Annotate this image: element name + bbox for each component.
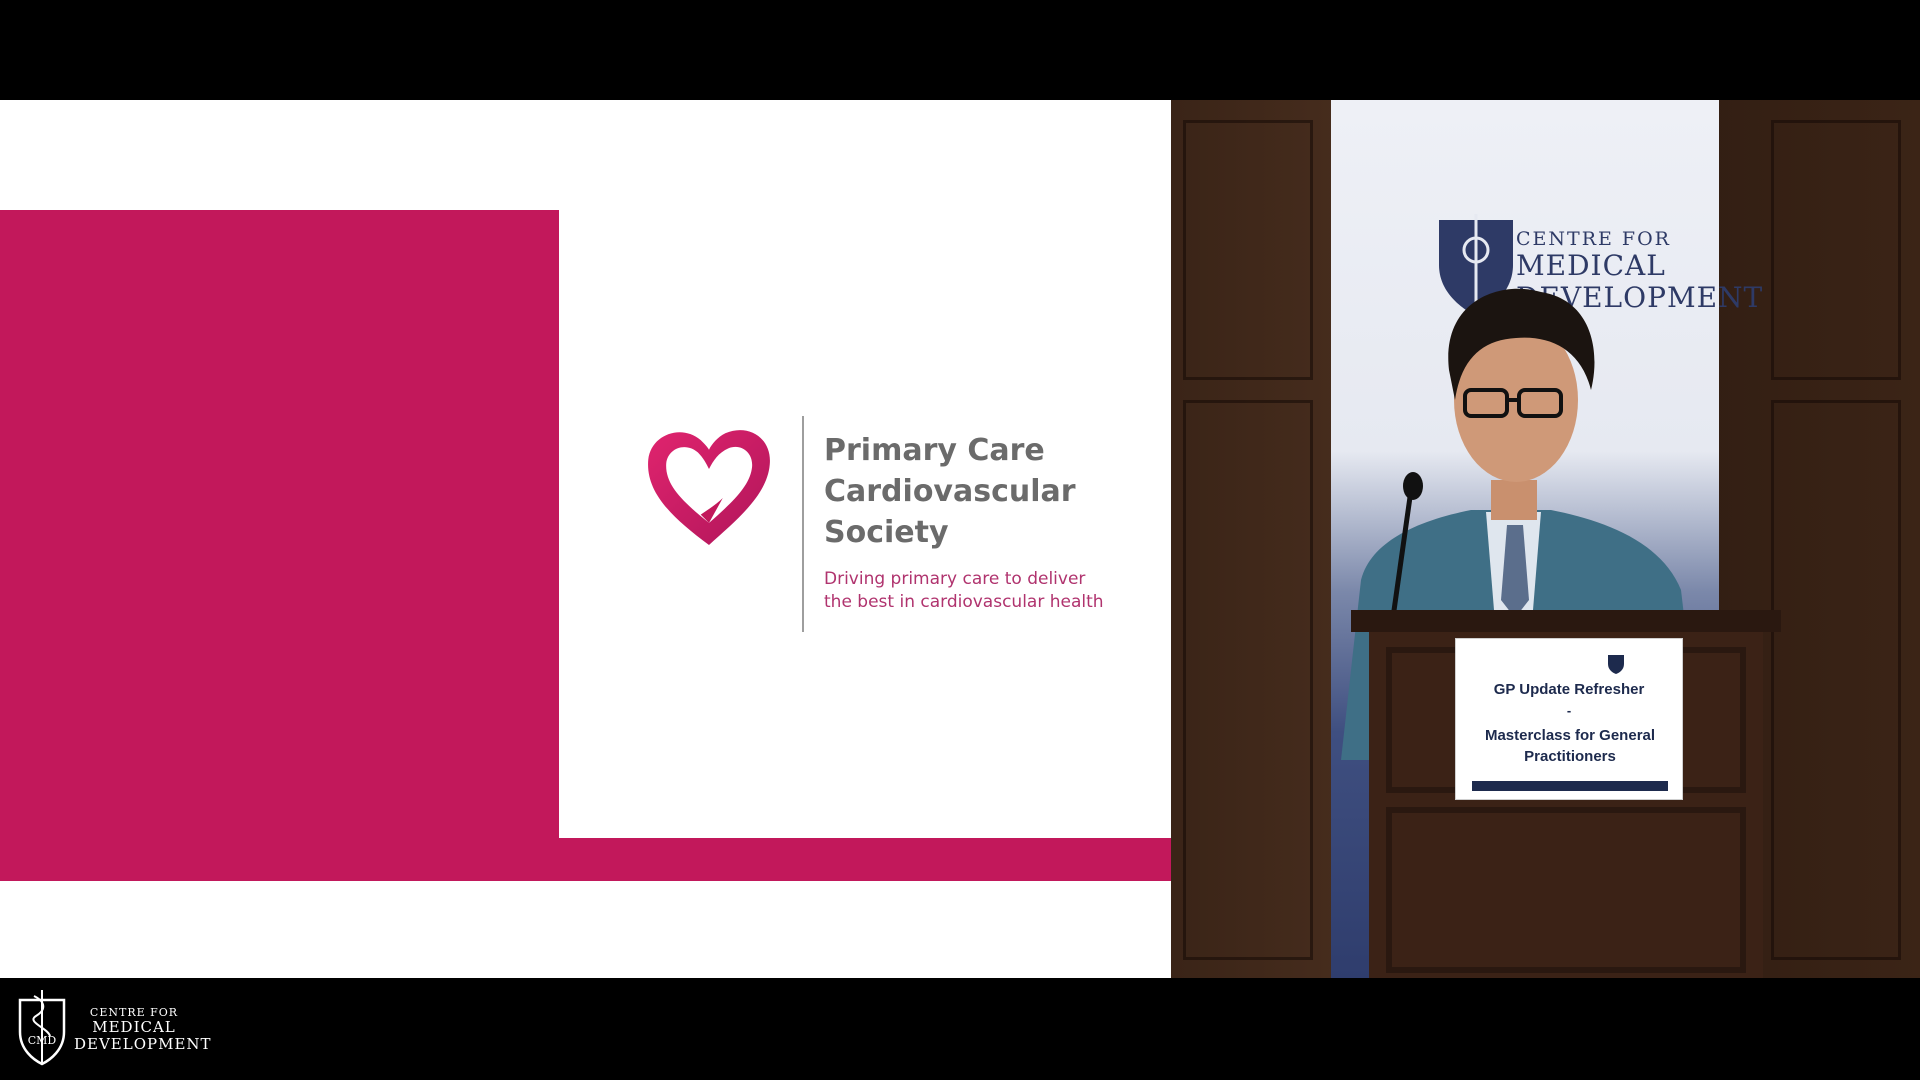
slide-title-line: Diagnosis and — [850, 166, 1154, 216]
society-tagline-line: the best in cardiovascular health — [824, 592, 1104, 612]
brand-line: MEDICAL — [92, 1018, 176, 1036]
wood-panel — [1183, 120, 1313, 380]
speaker-video-feed: CENTRE FOR MEDICAL DEVELOPMENT GP Update… — [1171, 100, 1920, 978]
society-name-line: Society — [824, 515, 949, 550]
society-tagline-line: Driving primary care to deliver — [824, 569, 1086, 589]
slide-accent-band — [0, 838, 1171, 881]
society-name-line: Cardiovascular — [824, 474, 1076, 509]
slide-bottom-strip — [0, 881, 1171, 978]
brand-line: DEVELOPMENT — [74, 1035, 212, 1053]
cmd-crest-icon: CMD — [18, 990, 66, 1066]
credential-line: PhD FRCGP FRCP (London) FRCP (Edinburgh)… — [984, 382, 1155, 388]
podium-sign: GP Update Refresher - Masterclass for Ge… — [1455, 638, 1683, 800]
cmd-monogram: CMD — [28, 1034, 57, 1047]
credential-line: Honorary Professor of Primary Care Cardi… — [988, 405, 1155, 412]
wood-panel — [1183, 400, 1313, 960]
sign-subtitle-line: Practitioners — [1524, 748, 1616, 765]
heart-logo-icon — [648, 430, 770, 545]
credential-line: GP , GP Appraiser and GPSI Cardiology, D… — [993, 393, 1155, 400]
society-name-line: Primary Care — [824, 433, 1045, 468]
wood-panel — [1771, 400, 1901, 960]
sign-title: GP Update Refresher — [1493, 681, 1645, 698]
slide-title-line: Management of Atrial — [688, 224, 1154, 274]
slide-title-line: Fibrillation — [930, 282, 1154, 332]
sign-subtitle-line: Masterclass for General — [1484, 727, 1656, 744]
shield-crest-icon — [1608, 655, 1624, 674]
slide-title: Diagnosis and Management of Atrial Fibri… — [634, 162, 1154, 336]
sign-separator: - — [1566, 703, 1572, 718]
presentation-slide: Diagnosis and Management of Atrial Fibri… — [0, 100, 1171, 978]
logo-divider — [802, 416, 804, 632]
society-name: Primary Care Cardiovascular Society — [824, 430, 1144, 553]
sign-subtitle: Masterclass for General Practitioners — [1466, 725, 1674, 767]
sign-footer-bar — [1472, 781, 1668, 791]
brand-text: CENTRE FOR MEDICAL DEVELOPMENT — [74, 1006, 212, 1053]
wood-panel — [1771, 120, 1901, 380]
presenter-name: Professor Ahmet Fuat — [1019, 360, 1155, 375]
society-tagline: Driving primary care to deliver the best… — [824, 568, 1154, 614]
